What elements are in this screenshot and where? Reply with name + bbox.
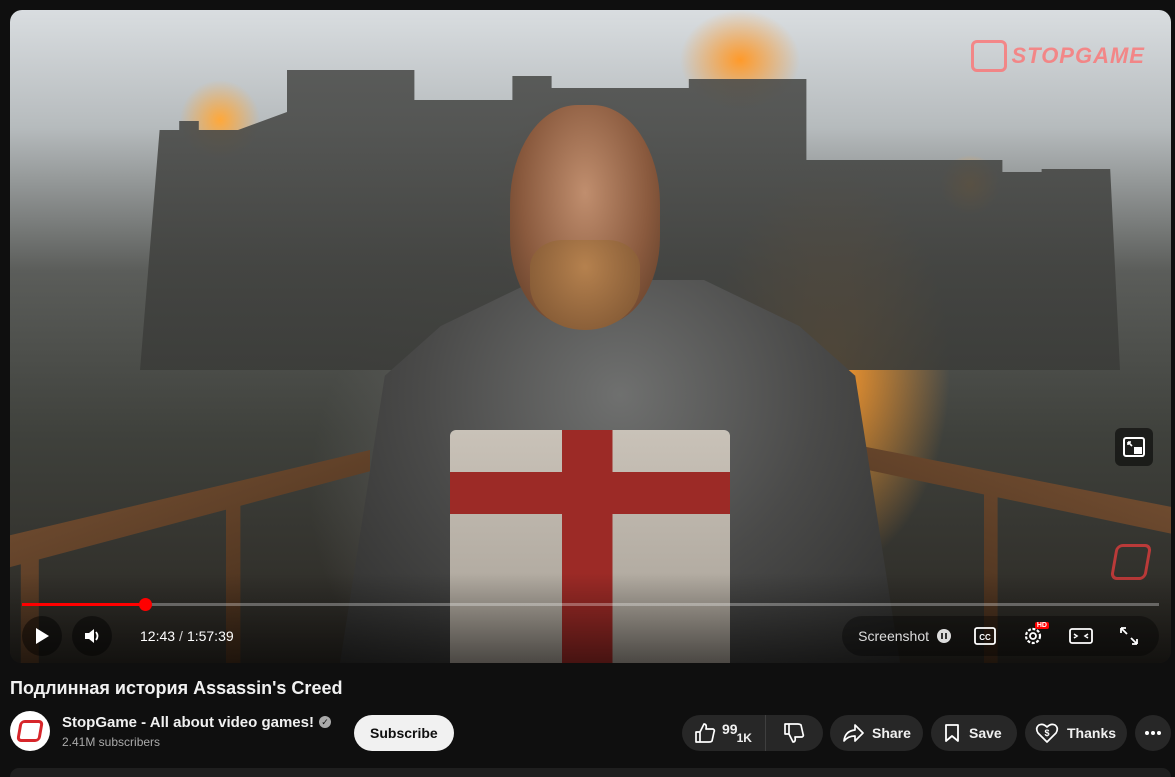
watermark-text: STOPGAME xyxy=(1011,43,1145,68)
cc-label: CC xyxy=(979,633,991,642)
share-icon xyxy=(843,724,864,742)
fullscreen-icon xyxy=(1120,627,1138,645)
time-separator: / xyxy=(179,628,183,644)
bookmark-icon xyxy=(945,724,959,742)
video-player[interactable]: STOPGAME 12:43 / 1:57:39 Screenshot CC H… xyxy=(10,10,1171,663)
pause-icon[interactable] xyxy=(937,629,951,643)
progress-bar[interactable] xyxy=(22,598,1159,611)
save-label: Save xyxy=(969,725,1002,741)
progress-scrubber[interactable] xyxy=(138,598,152,611)
share-label: Share xyxy=(872,725,911,741)
screenshot-label: Screenshot xyxy=(858,628,929,644)
duration: 1:57:39 xyxy=(186,628,234,644)
video-frame-beard xyxy=(530,240,640,330)
volume-icon xyxy=(85,629,99,643)
like-count-suffix: 1K xyxy=(736,731,752,745)
thanks-label: Thanks xyxy=(1067,725,1117,741)
screenshot-button[interactable]: Screenshot xyxy=(848,616,961,656)
subscriber-count: 2.41M subscribers xyxy=(62,734,161,749)
channel-info: StopGame - All about video games! ✓ 2.41… xyxy=(10,711,331,751)
right-controls: Screenshot CC HD xyxy=(842,616,1159,656)
video-title: Подлинная история Assassin's Creed xyxy=(10,678,343,698)
volume-button[interactable] xyxy=(72,616,112,656)
thumbs-up-icon xyxy=(695,723,716,743)
hd-badge: HD xyxy=(1034,622,1049,629)
miniplayer-button[interactable] xyxy=(1115,428,1153,466)
channel-name[interactable]: StopGame - All about video games! xyxy=(62,714,314,731)
time-display: 12:43 / 1:57:39 xyxy=(128,618,246,654)
channel-watermark: STOPGAME xyxy=(971,40,1145,72)
like-count-number: 99 xyxy=(722,721,738,737)
channel-text: StopGame - All about video games! ✓ 2.41… xyxy=(62,714,331,749)
save-button[interactable]: Save xyxy=(931,715,1017,751)
settings-button[interactable]: HD xyxy=(1009,616,1057,656)
thanks-heart-icon: $ xyxy=(1035,723,1059,743)
subscribe-button[interactable]: Subscribe xyxy=(354,715,454,751)
more-actions-button[interactable] xyxy=(1135,715,1171,751)
current-time: 12:43 xyxy=(140,628,176,644)
miniplayer-icon xyxy=(1123,437,1145,457)
more-icon xyxy=(1145,731,1161,735)
thanks-button[interactable]: $ Thanks xyxy=(1025,715,1127,751)
share-button[interactable]: Share xyxy=(830,715,923,751)
play-icon xyxy=(36,628,49,644)
description-panel-edge xyxy=(10,768,1171,777)
captions-icon: CC xyxy=(974,627,996,645)
stopgame-logo-icon xyxy=(16,720,44,742)
thumbs-down-icon xyxy=(784,723,805,743)
play-button[interactable] xyxy=(22,616,62,656)
captions-button[interactable]: CC xyxy=(961,616,1009,656)
verified-icon: ✓ xyxy=(318,716,331,728)
dislike-button[interactable] xyxy=(766,715,822,751)
theater-button[interactable] xyxy=(1057,616,1105,656)
fullscreen-button[interactable] xyxy=(1105,616,1153,656)
stopgame-logo-icon xyxy=(971,40,1008,72)
avatar[interactable] xyxy=(10,711,50,751)
channel-name-row: StopGame - All about video games! ✓ xyxy=(62,714,331,731)
like-button[interactable]: 991K xyxy=(682,715,766,751)
like-dislike-group: 991K xyxy=(682,715,823,751)
progress-played xyxy=(22,603,145,606)
theater-icon xyxy=(1069,628,1093,644)
svg-text:$: $ xyxy=(1044,728,1049,738)
like-count: 991K xyxy=(722,721,753,744)
